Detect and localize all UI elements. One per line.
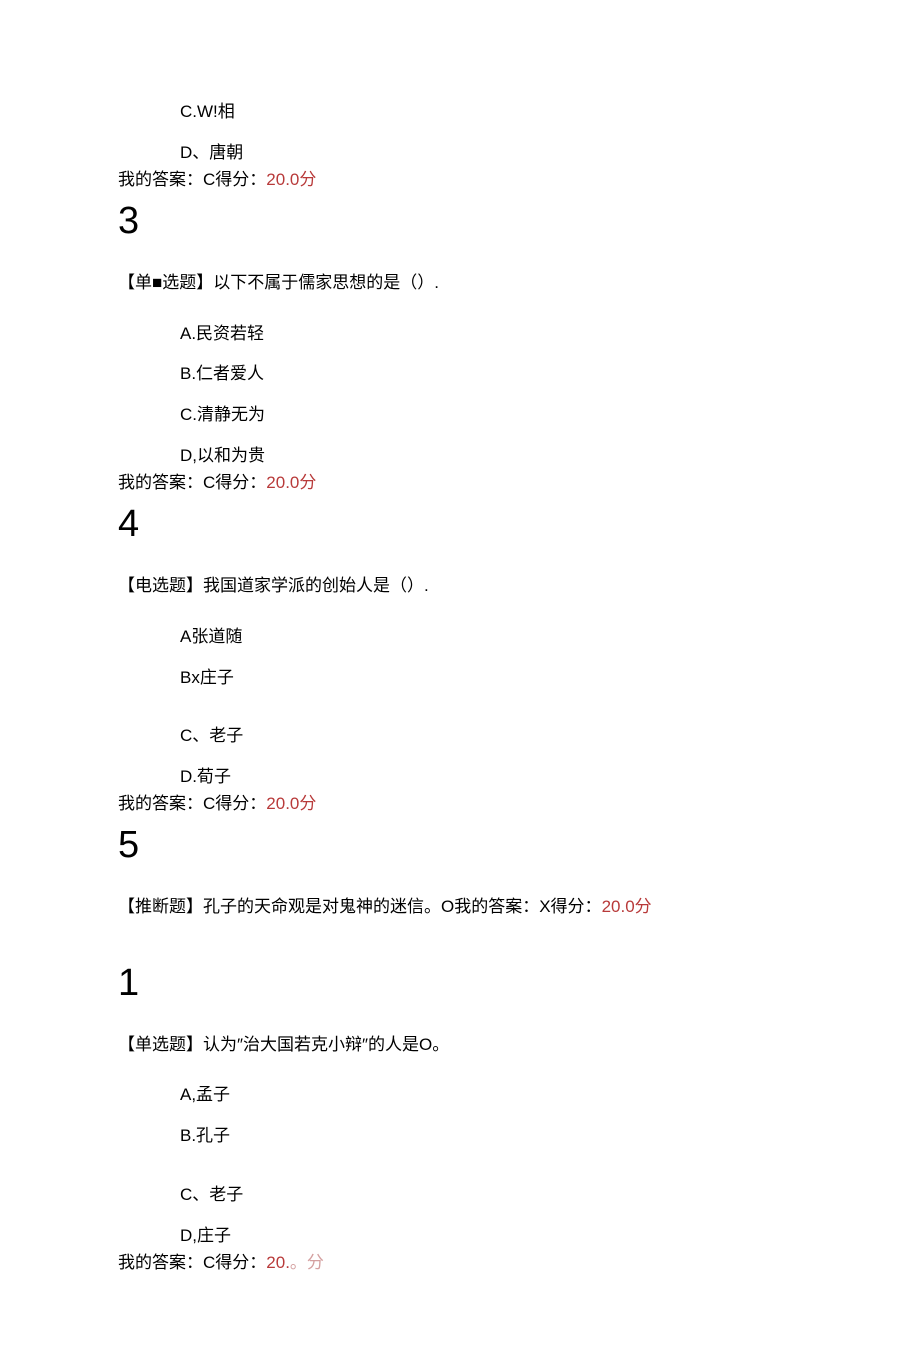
q5-text: 【推断题】孔子的天命观是对鬼神的迷信。O我的答案：X得分：20.0分	[118, 894, 802, 920]
q1b-answer: 我的答案：C得分：20.。分	[118, 1250, 802, 1276]
q3-score: 20.0分	[266, 473, 316, 492]
q4-option-b: Bx庄子	[180, 666, 802, 690]
q3-answer-prefix: 我的答案：C得分：	[118, 473, 266, 492]
q2-option-d: D、唐朝	[180, 141, 802, 165]
q3-option-a: A.民资若轻	[180, 322, 802, 346]
q2-answer-prefix: 我的答案：C得分：	[118, 170, 266, 189]
q3-answer: 我的答案：C得分：20.0分	[118, 470, 802, 496]
q4-option-d: D.荀子	[180, 765, 802, 789]
q1b-score2: 分	[307, 1253, 324, 1272]
q4-option-c: C、老子	[180, 724, 802, 748]
q3-option-d: D,以和为贵	[180, 444, 802, 468]
q1b-text: 【单选题】认为″治大国若克小辩″的人是O。	[118, 1032, 802, 1058]
q5-score: 20.0分	[602, 897, 652, 916]
q3-option-c: C.清静无为	[180, 403, 802, 427]
q4-answer-prefix: 我的答案：C得分：	[118, 794, 266, 813]
q2-score: 20.0分	[266, 170, 316, 189]
q4-option-a: A张道随	[180, 625, 802, 649]
q1b-number: 1	[118, 964, 802, 1002]
q4-score: 20.0分	[266, 794, 316, 813]
q1b-score-mid: 。	[290, 1253, 307, 1272]
q1b-answer-prefix: 我的答案：C得分：	[118, 1253, 266, 1272]
q1b-score1: 20.	[266, 1253, 290, 1272]
q2-answer: 我的答案：C得分：20.0分	[118, 167, 802, 193]
q1b-option-d: D,庄子	[180, 1224, 802, 1248]
q3-number: 3	[118, 202, 802, 240]
q4-number: 4	[118, 505, 802, 543]
q5-number: 5	[118, 826, 802, 864]
q5-text-prefix: 【推断题】孔子的天命观是对鬼神的迷信。O我的答案：X得分：	[118, 897, 602, 916]
q1b-option-a: A,孟子	[180, 1083, 802, 1107]
q4-text: 【电选题】我国道家学派的创始人是（）.	[118, 573, 802, 599]
q3-text: 【单■选题】以下不属于儒家思想的是（）.	[118, 270, 802, 296]
q4-answer: 我的答案：C得分：20.0分	[118, 791, 802, 817]
q1b-option-b: B.孔子	[180, 1124, 802, 1148]
q1b-option-c: C、老子	[180, 1183, 802, 1207]
q2-option-c: C.W!相	[180, 100, 802, 124]
q3-option-b: B.仁者爱人	[180, 362, 802, 386]
